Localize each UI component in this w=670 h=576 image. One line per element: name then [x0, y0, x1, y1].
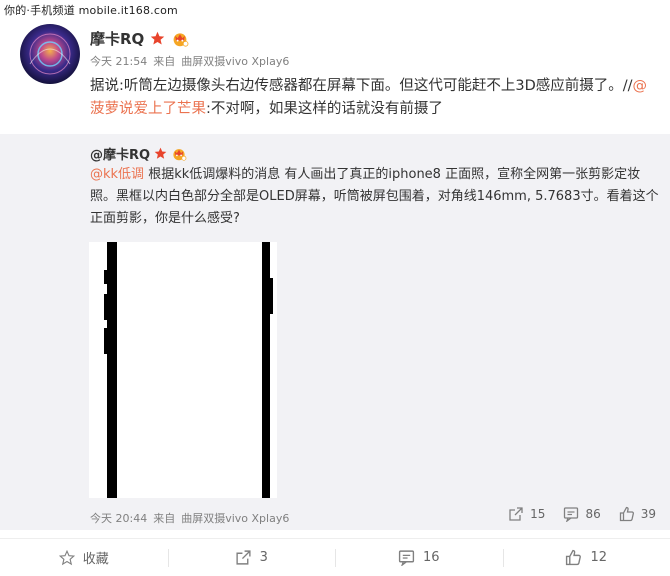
like-count: 12 — [590, 550, 608, 565]
post-text: 据说:听筒左边摄像头右边传感器都在屏幕下面。但这代可能赶不上3D感应前摄了。//… — [90, 75, 660, 121]
repost-count: 3 — [259, 550, 268, 565]
thumbs-up-icon — [565, 549, 582, 566]
star-icon[interactable] — [154, 147, 167, 160]
quote-source[interactable]: 曲屏双摄vivo Xplay6 — [181, 512, 289, 525]
quote-source-prefix: 来自 — [153, 512, 176, 525]
quote-like-button[interactable]: 39 — [619, 506, 656, 522]
post-text-part2: :不对啊，如果这样的话就没有前摄了 — [206, 101, 443, 117]
quote-like-count: 39 — [640, 507, 656, 521]
quote-comment-button[interactable]: 86 — [563, 506, 601, 522]
quote-actions: 15 86 39 — [508, 506, 656, 522]
post-text-part1: 据说:听筒左边摄像头右边传感器都在屏幕下面。但这代可能赶不上3D感应前摄了。// — [90, 78, 633, 94]
watermark: 你的·手机频道 mobile.it168.com — [4, 4, 178, 17]
comment-button[interactable]: 16 — [335, 539, 503, 576]
repost-button[interactable]: 3 — [167, 539, 336, 576]
repost-icon — [235, 549, 252, 566]
quote-repost-button[interactable]: 15 — [508, 506, 545, 522]
star-outline-icon — [58, 549, 75, 566]
like-button[interactable]: 12 — [502, 539, 670, 576]
iphone-silhouette-image[interactable] — [89, 242, 277, 498]
quote-text: @kk低调 根据kk低调爆料的消息 有人画出了真正的iphone8 正面照，宣称… — [90, 164, 660, 230]
post-time[interactable]: 今天 21:54 — [90, 55, 147, 68]
crown-icon[interactable] — [171, 147, 187, 161]
avatar[interactable] — [20, 24, 80, 84]
comment-icon — [563, 506, 579, 522]
post-meta: 今天 21:54 来自 曲屏双摄vivo Xplay6 — [90, 53, 289, 69]
favorite-label: 收藏 — [82, 552, 109, 567]
comment-count: 16 — [422, 550, 440, 565]
author-row: 摩卡RQ — [90, 28, 189, 49]
quote-body: 根据kk低调爆料的消息 有人画出了真正的iphone8 正面照，宣称全网第一张剪… — [90, 167, 659, 226]
quote-repost-count: 15 — [530, 507, 546, 521]
source-prefix: 来自 — [153, 55, 176, 68]
quote-mention-link[interactable]: @kk低调 — [90, 167, 144, 182]
thumbs-up-icon — [619, 506, 635, 522]
favorite-button[interactable]: 收藏 — [0, 539, 168, 576]
weibo-post: 摩卡RQ 今天 21:54 来自 曲屏双摄vivo Xplay6 据说:听筒左边摄像… — [0, 20, 670, 132]
quote-author-row: @摩卡RQ — [90, 144, 187, 163]
quote-time[interactable]: 今天 20:44 — [90, 512, 147, 525]
quote-author[interactable]: @摩卡RQ — [90, 144, 150, 163]
bottom-action-bar: 收藏 3 16 12 — [0, 538, 670, 576]
quote-comment-count: 86 — [585, 507, 601, 521]
quote-meta: 今天 20:44 来自 曲屏双摄vivo Xplay6 — [90, 510, 289, 526]
post-source[interactable]: 曲屏双摄vivo Xplay6 — [181, 55, 289, 68]
author-name[interactable]: 摩卡RQ — [90, 28, 144, 49]
crown-icon[interactable] — [171, 31, 189, 47]
comment-icon — [398, 549, 415, 566]
quoted-post: @摩卡RQ @kk低调 根据kk低调爆料的消息 有人画出了真正的iphone8 … — [0, 134, 670, 530]
repost-icon — [508, 506, 524, 522]
star-icon[interactable] — [150, 31, 165, 46]
